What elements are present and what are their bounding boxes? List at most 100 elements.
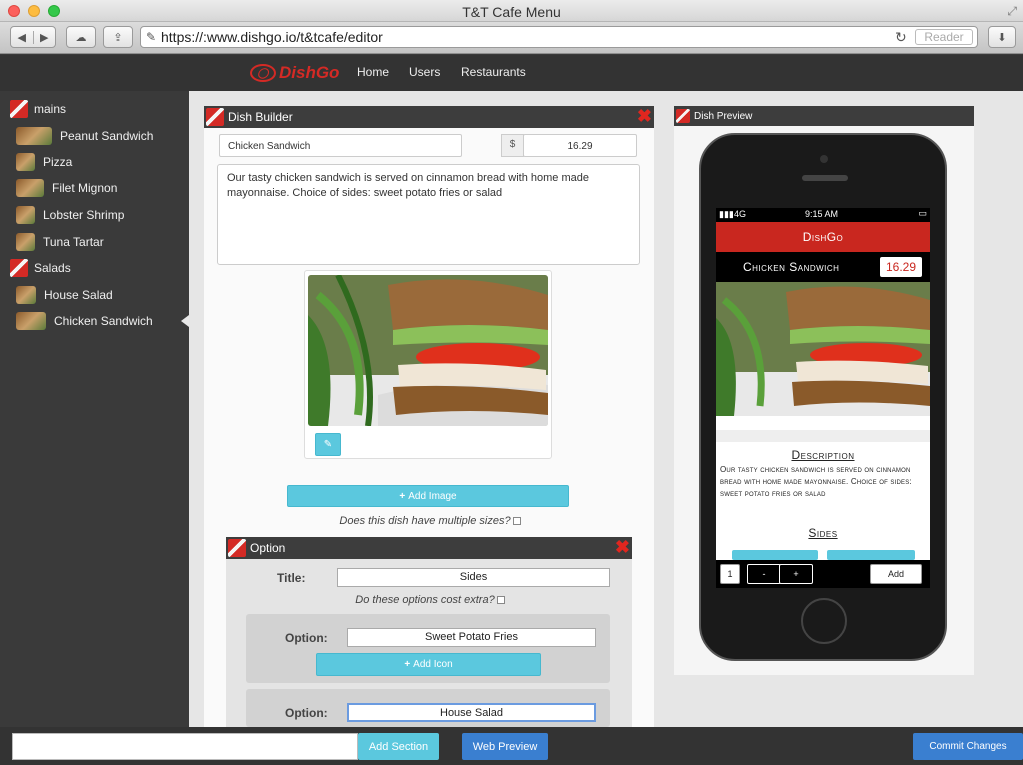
sidebar-item-lobster-shrimp[interactable]: Lobster Shrimp [0, 202, 189, 228]
section-icon [10, 259, 28, 277]
panel-title: Dish Builder [228, 110, 293, 124]
add-icon-label: Add Icon [413, 659, 453, 670]
phone-home-button[interactable] [801, 598, 847, 644]
preview-description-text: Our tasty chicken sandwich is served on … [720, 465, 912, 498]
description-textarea[interactable]: Our tasty chicken sandwich is served on … [217, 164, 640, 265]
edit-icon: ✎ [323, 439, 333, 450]
option-name-input[interactable]: House Salad [347, 703, 596, 722]
window-title: T&T Cafe Menu [462, 4, 561, 20]
reload-icon[interactable]: ↻ [895, 29, 915, 46]
new-section-input[interactable] [12, 733, 358, 760]
forward-arrow-icon[interactable]: ▶ [32, 30, 56, 44]
multiple-sizes-checkbox[interactable] [512, 517, 521, 526]
web-preview-button[interactable]: Web Preview [462, 733, 548, 760]
section-label: mains [34, 102, 67, 116]
nav-users[interactable]: Users [409, 65, 440, 79]
sidebar-item-house-salad[interactable]: House Salad [0, 282, 189, 308]
menu-sidebar: mains Peanut Sandwich Pizza Filet Mignon… [0, 91, 189, 727]
currency-symbol: $ [501, 134, 524, 157]
sidebar-item-pizza[interactable]: Pizza [0, 149, 189, 175]
edit-image-button[interactable]: ✎ [315, 433, 341, 456]
option-header: Option ✖ [226, 537, 632, 559]
battery-icon: ▭ [918, 208, 927, 218]
bottom-action-bar: Add Section Web Preview Commit Changes [0, 727, 1023, 765]
preview-divider [716, 430, 930, 442]
cloud-icon: ☁ [75, 31, 87, 44]
nav-home[interactable]: Home [357, 65, 389, 79]
option-name-input[interactable]: Sweet Potato Fries [347, 628, 596, 647]
close-icon[interactable]: ✖ [615, 538, 630, 556]
sidebar-item-filet-mignon[interactable]: Filet Mignon [0, 175, 189, 201]
add-image-button[interactable]: + Add Image [287, 485, 569, 507]
dish-thumbnail [16, 233, 35, 251]
preview-app-header: DishGo [716, 222, 930, 252]
section-label: Salads [34, 261, 71, 275]
signal-icon: ▮▮▮ [719, 209, 734, 219]
download-icon: ⬇ [997, 31, 1007, 44]
preview-side-option-button[interactable] [827, 550, 915, 560]
logo-mark-icon: ◯ [250, 64, 276, 82]
sidebar-item-label: Chicken Sandwich [54, 314, 153, 328]
price-input[interactable]: 16.29 [523, 134, 637, 157]
title-label: Title: [277, 571, 306, 585]
option-label: Option: [285, 706, 328, 720]
preview-title: Dish Preview [694, 110, 753, 122]
share-icon: ⇪ [113, 31, 123, 44]
preview-side-option-button[interactable] [732, 550, 818, 560]
dishgo-logo[interactable]: ◯ DishGo [250, 61, 339, 85]
option-title: Option [250, 541, 286, 555]
icloud-tabs-button[interactable]: ☁ [66, 26, 96, 48]
share-button[interactable]: ⇪ [103, 26, 133, 48]
dish-thumbnail [16, 206, 35, 224]
dishgo-fork-icon [228, 539, 246, 557]
plus-icon: + [399, 490, 406, 502]
url-text[interactable]: https://:www.dishgo.io/t&tcafe/editor [161, 29, 895, 45]
preview-description-heading: Description [791, 448, 855, 462]
dish-name-input[interactable]: Chicken Sandwich [219, 134, 462, 157]
plus-icon: + [404, 659, 411, 670]
add-icon-button[interactable]: + Add Icon [316, 653, 541, 676]
dishgo-fork-icon [206, 108, 224, 126]
cost-extra-checkbox[interactable] [496, 596, 505, 605]
app-navbar: ◯ DishGo Home Users Restaurants [0, 55, 1023, 91]
sidebar-item-peanut-sandwich[interactable]: Peanut Sandwich [0, 123, 189, 149]
sidebar-item-label: Filet Mignon [52, 181, 118, 195]
downloads-button[interactable]: ⬇ [988, 26, 1016, 48]
option-title-input[interactable]: Sides [337, 568, 610, 587]
section-icon [10, 100, 28, 118]
status-time: 9:15 AM [805, 209, 839, 219]
preview-order-bar: 1 - + Add [716, 560, 930, 588]
fullscreen-icon[interactable]: ⤢ [1007, 4, 1017, 19]
sidebar-item-chicken-sandwich[interactable]: Chicken Sandwich [0, 308, 189, 334]
commit-changes-button[interactable]: Commit Changes [913, 733, 1023, 760]
sidebar-section-mains[interactable]: mains [0, 96, 189, 122]
preview-add-button[interactable]: Add [870, 564, 922, 584]
browser-toolbar: ◀ ▶ ☁ ⇪ ✎ https://:www.dishgo.io/t&tcafe… [0, 22, 1023, 54]
address-bar[interactable]: ✎ https://:www.dishgo.io/t&tcafe/editor … [140, 26, 978, 48]
phone-speaker [802, 175, 848, 181]
sidebar-item-label: House Salad [44, 288, 113, 302]
dish-thumbnail [16, 312, 46, 330]
selected-arrow-icon [181, 315, 189, 327]
nav-restaurants[interactable]: Restaurants [461, 65, 526, 79]
dishgo-fork-icon [676, 109, 690, 123]
cost-extra-question: Do these options cost extra? [330, 594, 530, 606]
quantity-plus-button[interactable]: + [779, 564, 813, 584]
preview-dish-name: Chicken Sandwich [743, 260, 840, 274]
back-forward-buttons[interactable]: ◀ ▶ [10, 26, 56, 48]
cost-extra-text: Do these options cost extra? [355, 594, 495, 606]
sidebar-section-salads[interactable]: Salads [0, 255, 189, 281]
dish-thumbnail [16, 127, 52, 145]
dish-photo [308, 275, 548, 426]
dish-preview-header: Dish Preview [674, 106, 974, 126]
quantity-minus-button[interactable]: - [747, 564, 781, 584]
preview-dish-photo [716, 282, 930, 416]
phone-status-bar: ▮▮▮ 4G 9:15 AM ▭ [716, 208, 930, 222]
sidebar-item-tuna-tartar[interactable]: Tuna Tartar [0, 229, 189, 255]
back-arrow-icon[interactable]: ◀ [11, 31, 33, 44]
reader-button[interactable]: Reader [915, 29, 973, 45]
preview-dish-bar: Chicken Sandwich 16.29 [716, 252, 930, 282]
add-section-button[interactable]: Add Section [358, 733, 439, 760]
site-icon: ✎ [145, 30, 157, 44]
close-icon[interactable]: ✖ [637, 107, 652, 125]
